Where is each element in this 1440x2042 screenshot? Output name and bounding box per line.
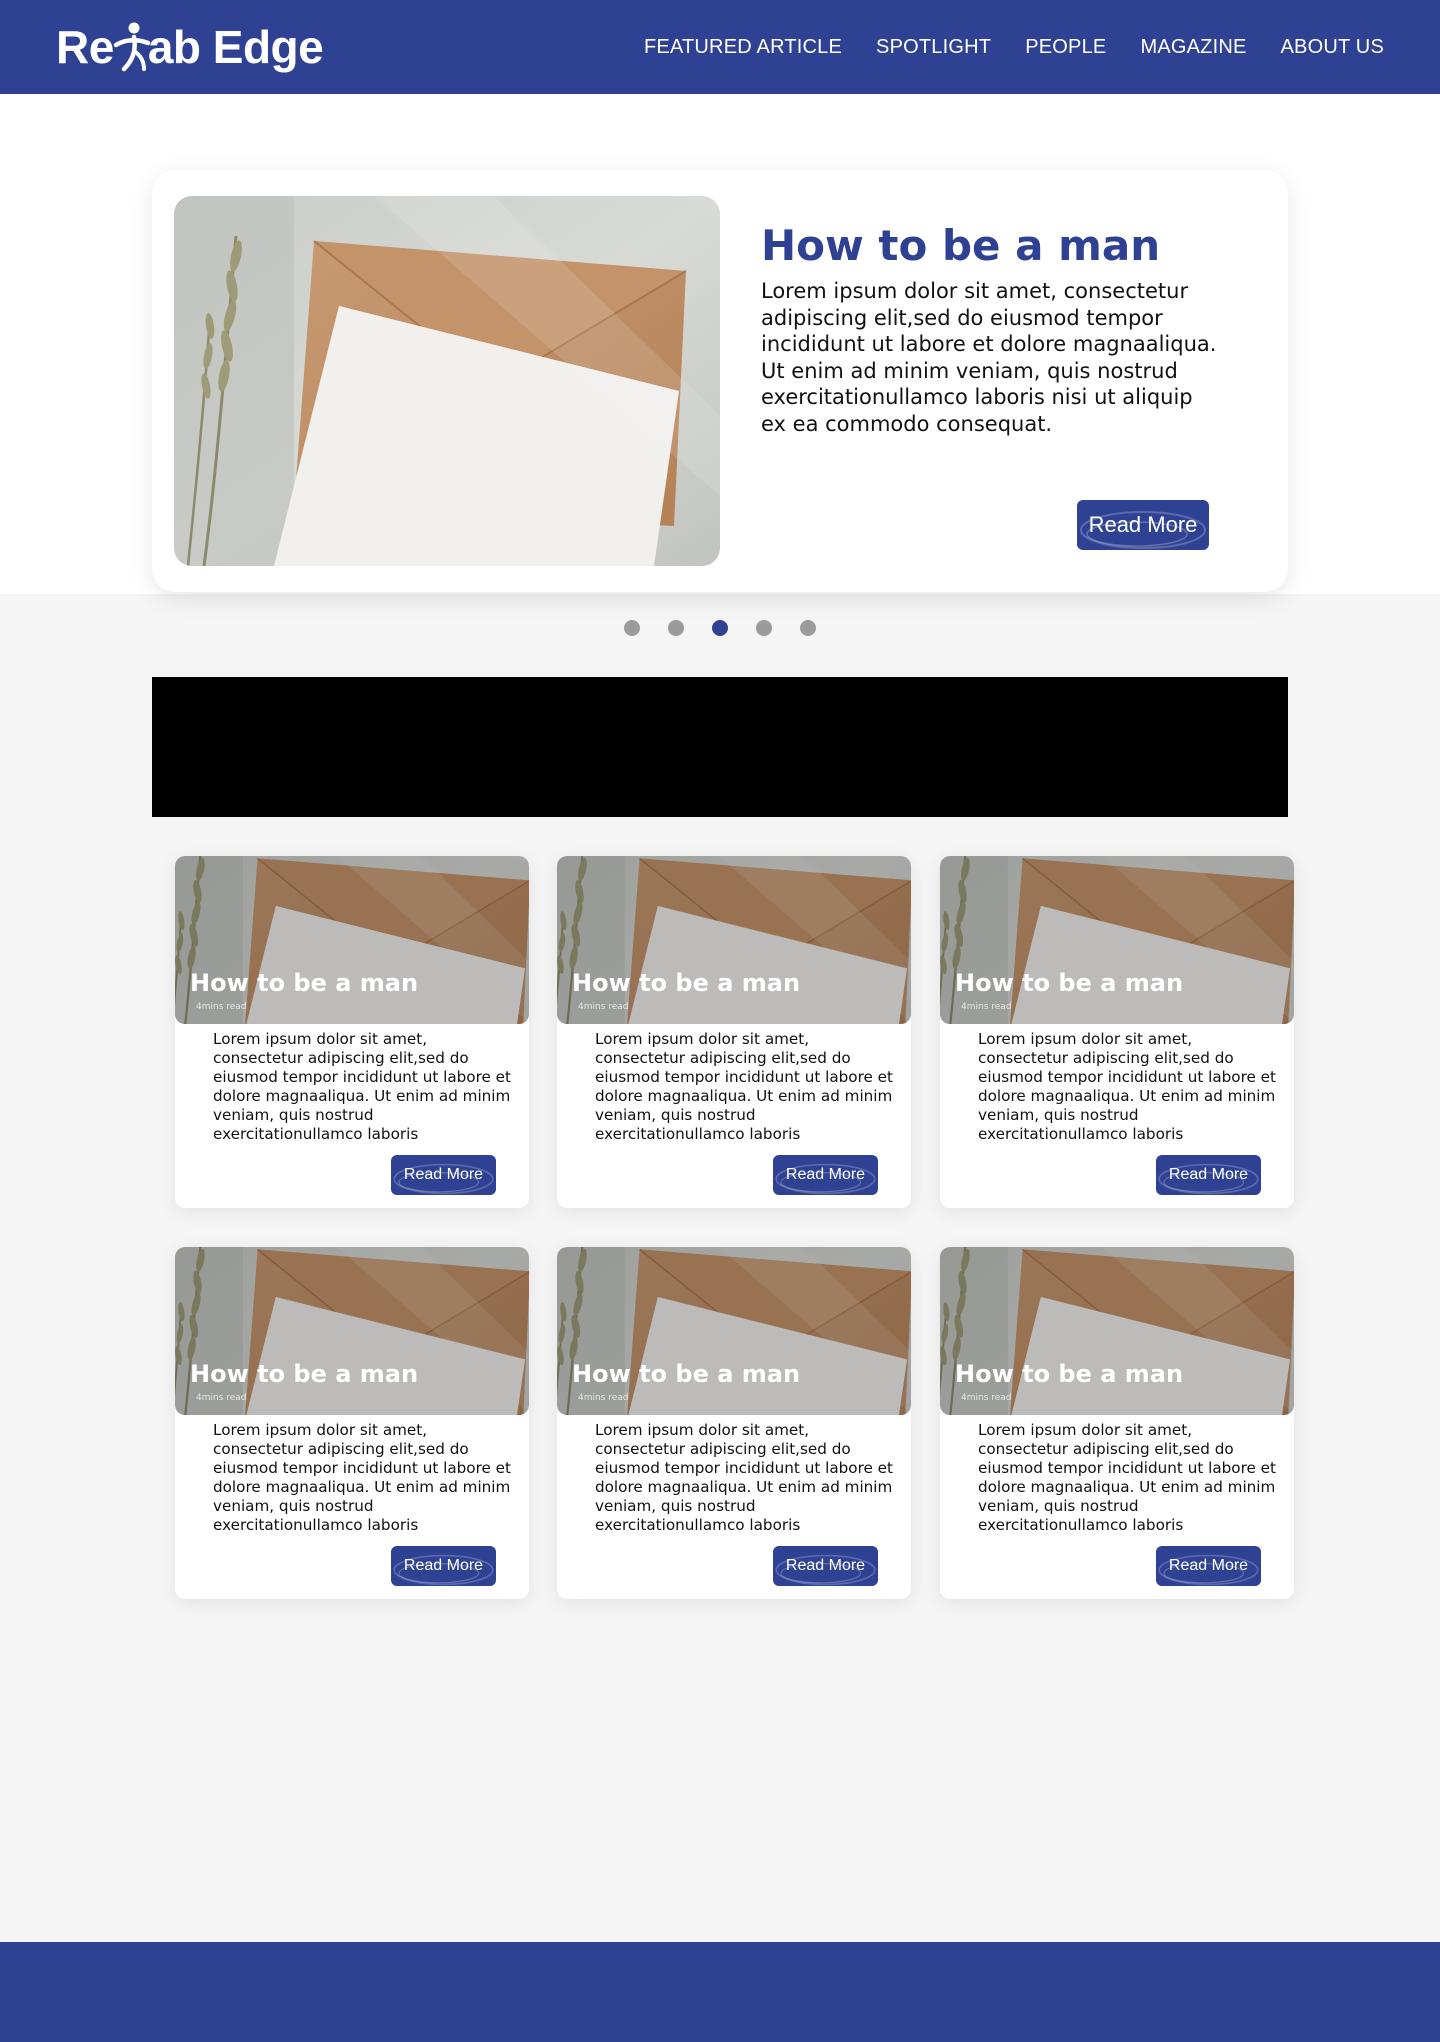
article-card-excerpt: Lorem ipsum dolor sit amet, consectetur … [595, 1030, 893, 1143]
featured-article-title: How to be a man [761, 221, 1161, 270]
featured-article-excerpt: Lorem ipsum dolor sit amet, consectetur … [761, 279, 1217, 436]
carousel-dot[interactable] [624, 620, 640, 636]
article-card-read-more-button[interactable]: Read More [391, 1546, 496, 1586]
article-card-read-more-button[interactable]: Read More [391, 1155, 496, 1195]
article-card[interactable]: How to be a man 4mins read Lorem ipsum dol… [557, 1247, 911, 1599]
article-card-read-more-button[interactable]: Read More [773, 1546, 878, 1586]
site-header: Re ab Edge FEATURED ARTICLE SPOTLIGHT PE… [0, 0, 1440, 94]
article-card-read-time: 4mins read [961, 1002, 1012, 1012]
nav-featured-article[interactable]: FEATURED ARTICLE [644, 36, 842, 59]
main-nav: FEATURED ARTICLE SPOTLIGHT PEOPLE MAGAZI… [644, 36, 1384, 59]
article-card-title: How to be a man [955, 969, 1184, 997]
read-more-label: Read More [1168, 1166, 1249, 1183]
featured-article-card: How to be a man Lorem ipsum dolor sit am… [152, 170, 1288, 592]
article-card-image [175, 1247, 529, 1415]
article-card-title: How to be a man [190, 1360, 419, 1388]
article-card-image [557, 1247, 911, 1415]
article-card-excerpt: Lorem ipsum dolor sit amet, consectetur … [213, 1030, 511, 1143]
article-card-read-time: 4mins read [196, 1393, 247, 1403]
read-more-label: Read More [785, 1166, 866, 1183]
article-card-title: How to be a man [572, 969, 801, 997]
carousel-dot[interactable] [712, 620, 728, 636]
read-more-label: Read More [403, 1557, 484, 1574]
nav-magazine[interactable]: MAGAZINE [1140, 36, 1246, 59]
carousel-dots [624, 620, 816, 636]
article-card[interactable]: How to be a man 4mins read Lorem ipsum dol… [175, 856, 529, 1208]
carousel-dot[interactable] [668, 620, 684, 636]
article-card-title: How to be a man [190, 969, 419, 997]
article-card-read-time: 4mins read [578, 1393, 629, 1403]
article-card-excerpt: Lorem ipsum dolor sit amet, consectetur … [595, 1421, 893, 1534]
article-card-image [175, 856, 529, 1024]
article-card-read-time: 4mins read [961, 1393, 1012, 1403]
article-card-image [557, 856, 911, 1024]
read-more-label: Read More [785, 1557, 866, 1574]
article-card-read-time: 4mins read [578, 1002, 629, 1012]
logo-text-end: ab Edge [147, 21, 324, 73]
article-card-title: How to be a man [955, 1360, 1184, 1388]
article-card[interactable]: How to be a man 4mins read Lorem ipsum dol… [175, 1247, 529, 1599]
nav-spotlight[interactable]: SPOTLIGHT [876, 36, 991, 59]
article-card-read-time: 4mins read [196, 1002, 247, 1012]
featured-read-more-label: Read More [1088, 512, 1198, 537]
article-card-read-more-button[interactable]: Read More [773, 1155, 878, 1195]
featured-read-more-button[interactable]: Read More [1077, 500, 1209, 550]
article-card-excerpt: Lorem ipsum dolor sit amet, consectetur … [213, 1421, 511, 1534]
site-footer [0, 1942, 1440, 2042]
article-card-excerpt: Lorem ipsum dolor sit amet, consectetur … [978, 1030, 1276, 1143]
article-card[interactable]: How to be a man 4mins read Lorem ipsum dol… [940, 1247, 1294, 1599]
nav-people[interactable]: PEOPLE [1025, 36, 1106, 59]
carousel-dot[interactable] [756, 620, 772, 636]
featured-article-text: How to be a man Lorem ipsum dolor sit am… [761, 221, 1221, 437]
read-more-label: Read More [403, 1166, 484, 1183]
site-logo[interactable]: Re ab Edge [56, 20, 324, 74]
carousel-dot[interactable] [800, 620, 816, 636]
featured-article-image [174, 196, 720, 566]
article-card-read-more-button[interactable]: Read More [1156, 1546, 1261, 1586]
article-card-image [940, 856, 1294, 1024]
article-card-read-more-button[interactable]: Read More [1156, 1155, 1261, 1195]
article-card-image [940, 1247, 1294, 1415]
logo-text-start: Re [56, 21, 114, 73]
read-more-label: Read More [1168, 1557, 1249, 1574]
ad-banner [152, 677, 1288, 817]
article-card[interactable]: How to be a man 4mins read Lorem ipsum dol… [557, 856, 911, 1208]
article-card-title: How to be a man [572, 1360, 801, 1388]
nav-about-us[interactable]: ABOUT US [1281, 36, 1384, 59]
logo-figure-icon [113, 22, 151, 72]
article-card[interactable]: How to be a man 4mins read Lorem ipsum dol… [940, 856, 1294, 1208]
article-card-excerpt: Lorem ipsum dolor sit amet, consectetur … [978, 1421, 1276, 1534]
